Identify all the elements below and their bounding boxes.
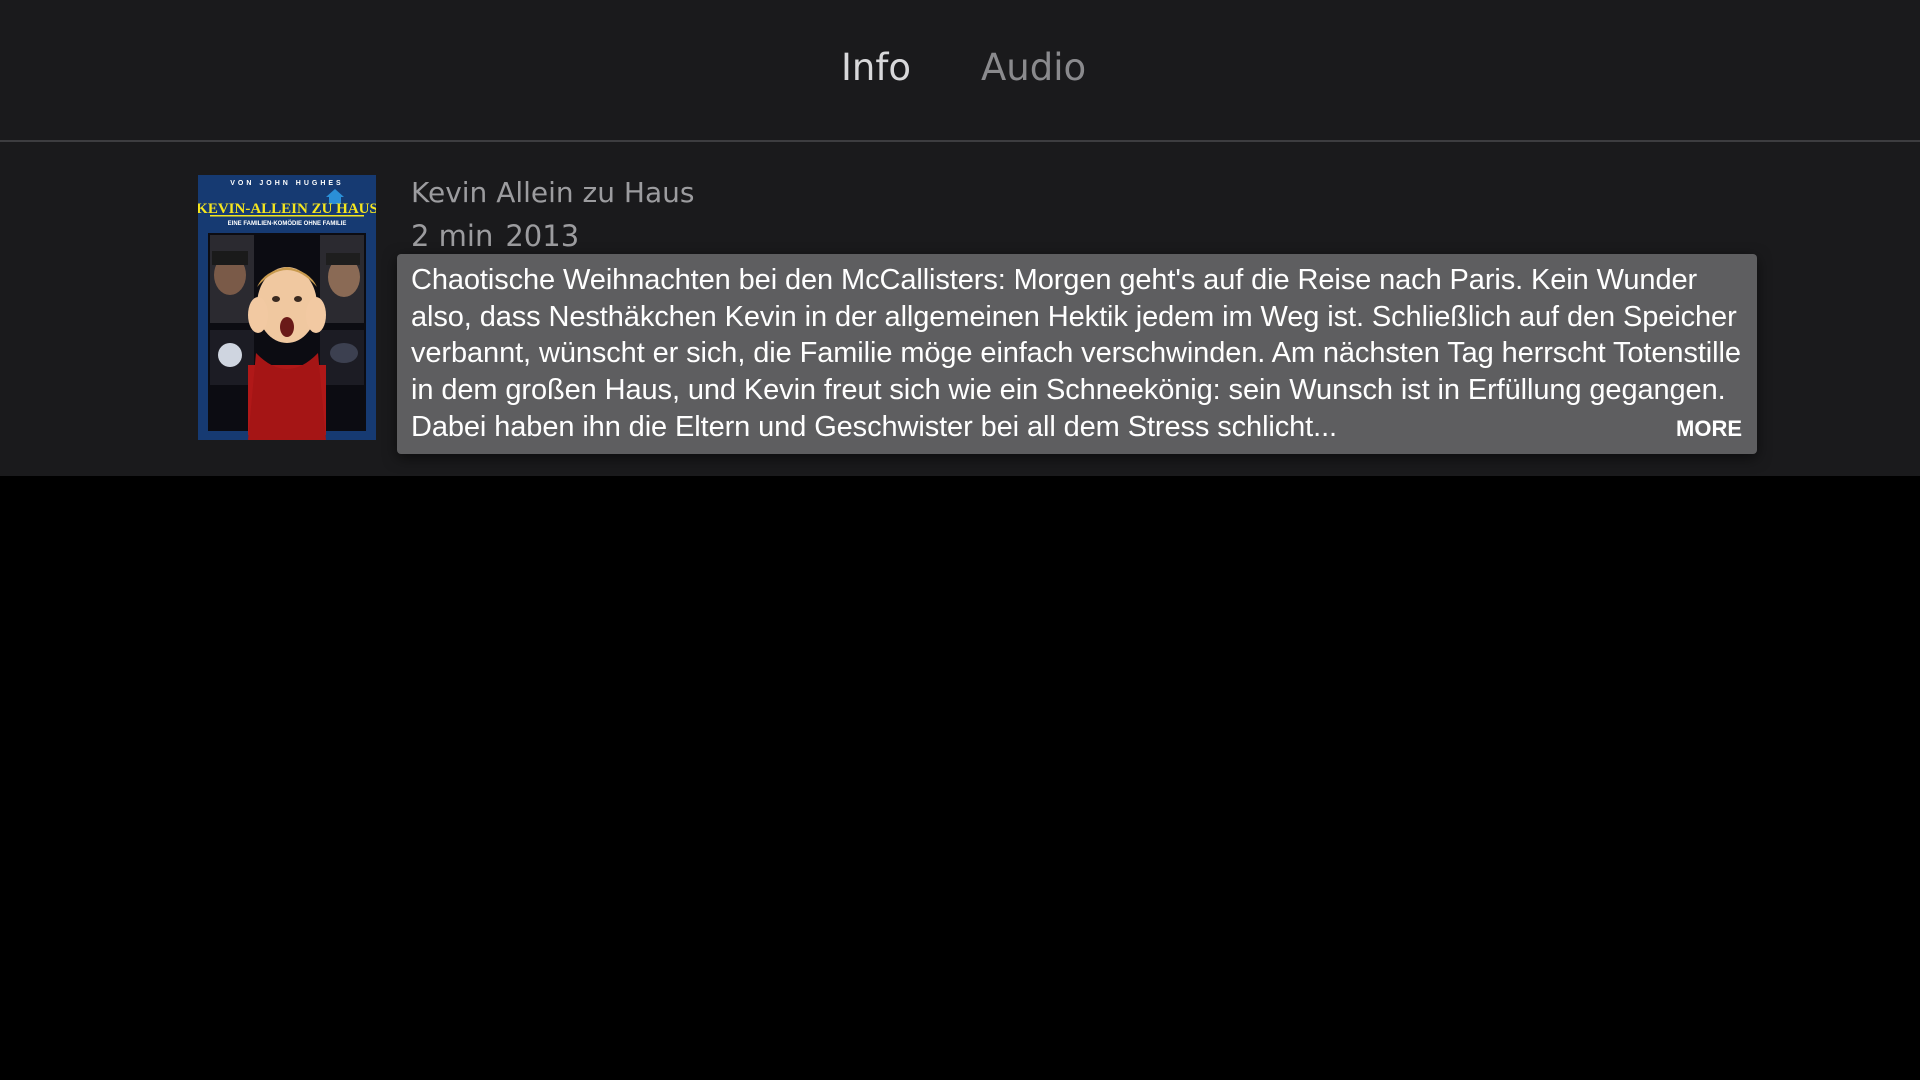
poster-title: KEVIN-ALLEIN ZU HAUS bbox=[198, 201, 376, 217]
description-box[interactable]: Chaotische Weihnachten bei den McCallist… bbox=[397, 254, 1757, 454]
movie-title: Kevin Allein zu Haus bbox=[411, 176, 695, 209]
more-button[interactable]: MORE bbox=[1674, 414, 1742, 444]
movie-duration: 2 min bbox=[411, 219, 494, 253]
tab-bar: Info Audio bbox=[0, 0, 1920, 142]
poster-tagline: EINE FAMILIEN-KOMÖDIE OHNE FAMILIE bbox=[228, 220, 347, 227]
movie-year: 2013 bbox=[505, 219, 580, 253]
info-panel: Info Audio VON JOHN HUGHES KEVIN-ALLEIN … bbox=[0, 0, 1920, 476]
poster-artwork: VON JOHN HUGHES KEVIN-ALLEIN ZU HAUS EIN… bbox=[198, 175, 376, 440]
tab-audio[interactable]: Audio bbox=[981, 44, 1086, 92]
movie-poster: VON JOHN HUGHES KEVIN-ALLEIN ZU HAUS EIN… bbox=[198, 175, 376, 440]
movie-description: Chaotische Weihnachten bei den McCallist… bbox=[411, 264, 1741, 443]
movie-meta: 2 min 2013 bbox=[411, 217, 579, 255]
poster-top-line: VON JOHN HUGHES bbox=[230, 180, 343, 187]
tab-info[interactable]: Info bbox=[841, 44, 911, 92]
